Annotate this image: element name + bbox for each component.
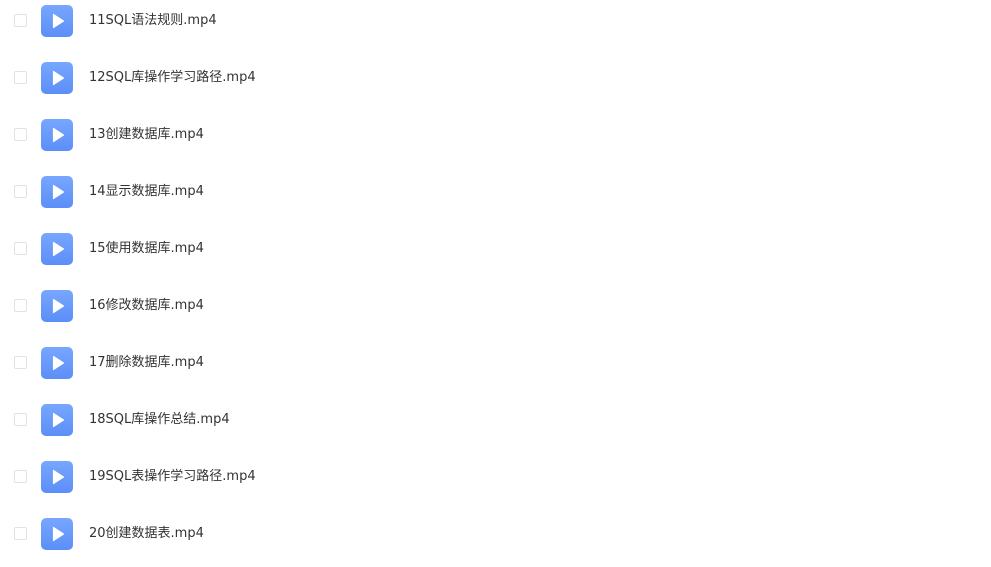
file-row[interactable]: 11SQL语法规则.mp4 xyxy=(0,0,991,50)
file-name[interactable]: 17删除数据库.mp4 xyxy=(89,355,204,371)
play-video-icon xyxy=(41,119,73,151)
select-checkbox[interactable] xyxy=(14,356,27,369)
play-video-icon xyxy=(41,290,73,322)
select-checkbox[interactable] xyxy=(14,527,27,540)
select-checkbox[interactable] xyxy=(14,242,27,255)
file-name[interactable]: 13创建数据库.mp4 xyxy=(89,127,204,143)
select-checkbox[interactable] xyxy=(14,470,27,483)
file-name[interactable]: 18SQL库操作总结.mp4 xyxy=(89,412,230,428)
select-checkbox[interactable] xyxy=(14,299,27,312)
file-row[interactable]: 15使用数据库.mp4 xyxy=(0,221,991,278)
file-row[interactable]: 13创建数据库.mp4 xyxy=(0,107,991,164)
file-name[interactable]: 19SQL表操作学习路径.mp4 xyxy=(89,469,256,485)
select-checkbox[interactable] xyxy=(14,71,27,84)
file-row[interactable]: 17删除数据库.mp4 xyxy=(0,335,991,392)
file-row[interactable]: 18SQL库操作总结.mp4 xyxy=(0,392,991,449)
file-row[interactable]: 20创建数据表.mp4 xyxy=(0,506,991,563)
play-video-icon xyxy=(41,233,73,265)
select-checkbox[interactable] xyxy=(14,185,27,198)
play-video-icon xyxy=(41,347,73,379)
file-name[interactable]: 12SQL库操作学习路径.mp4 xyxy=(89,70,256,86)
file-row[interactable]: 12SQL库操作学习路径.mp4 xyxy=(0,50,991,107)
file-name[interactable]: 11SQL语法规则.mp4 xyxy=(89,13,217,29)
play-video-icon xyxy=(41,62,73,94)
play-video-icon xyxy=(41,518,73,550)
file-name[interactable]: 15使用数据库.mp4 xyxy=(89,241,204,257)
file-list: 11SQL语法规则.mp4 12SQL库操作学习路径.mp4 13创建数据库.m… xyxy=(0,0,991,563)
file-name[interactable]: 16修改数据库.mp4 xyxy=(89,298,204,314)
select-checkbox[interactable] xyxy=(14,14,27,27)
file-name[interactable]: 14显示数据库.mp4 xyxy=(89,184,204,200)
play-video-icon xyxy=(41,404,73,436)
play-video-icon xyxy=(41,176,73,208)
select-checkbox[interactable] xyxy=(14,128,27,141)
file-row[interactable]: 19SQL表操作学习路径.mp4 xyxy=(0,449,991,506)
play-video-icon xyxy=(41,5,73,37)
play-video-icon xyxy=(41,461,73,493)
file-row[interactable]: 14显示数据库.mp4 xyxy=(0,164,991,221)
select-checkbox[interactable] xyxy=(14,413,27,426)
file-row[interactable]: 16修改数据库.mp4 xyxy=(0,278,991,335)
file-name[interactable]: 20创建数据表.mp4 xyxy=(89,526,204,542)
